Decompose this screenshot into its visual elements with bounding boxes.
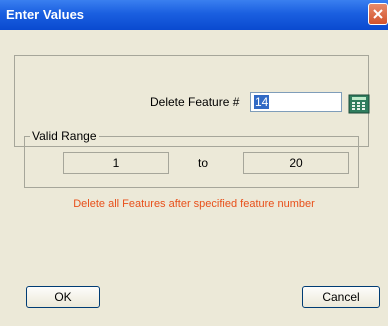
range-min-field: 1 bbox=[63, 152, 169, 174]
calculator-button[interactable] bbox=[348, 94, 370, 114]
calculator-icon bbox=[348, 94, 370, 114]
window-title: Enter Values bbox=[6, 7, 85, 22]
range-max-value: 20 bbox=[289, 156, 303, 170]
instruction-note: Delete all Features after specified feat… bbox=[73, 198, 315, 210]
title-bar: Enter Values bbox=[0, 0, 388, 30]
close-icon bbox=[373, 9, 383, 19]
close-button[interactable] bbox=[368, 3, 388, 25]
feature-number-value: 14 bbox=[254, 95, 270, 109]
ok-button[interactable]: OK bbox=[26, 286, 100, 308]
range-min-value: 1 bbox=[112, 156, 120, 170]
cancel-button[interactable]: Cancel bbox=[302, 286, 380, 308]
range-max-field: 20 bbox=[243, 152, 349, 174]
valid-range-legend: Valid Range bbox=[30, 129, 99, 143]
feature-number-input[interactable]: 14 bbox=[250, 92, 342, 112]
range-to-label: to bbox=[198, 156, 209, 170]
delete-feature-label: Delete Feature # bbox=[150, 95, 240, 109]
